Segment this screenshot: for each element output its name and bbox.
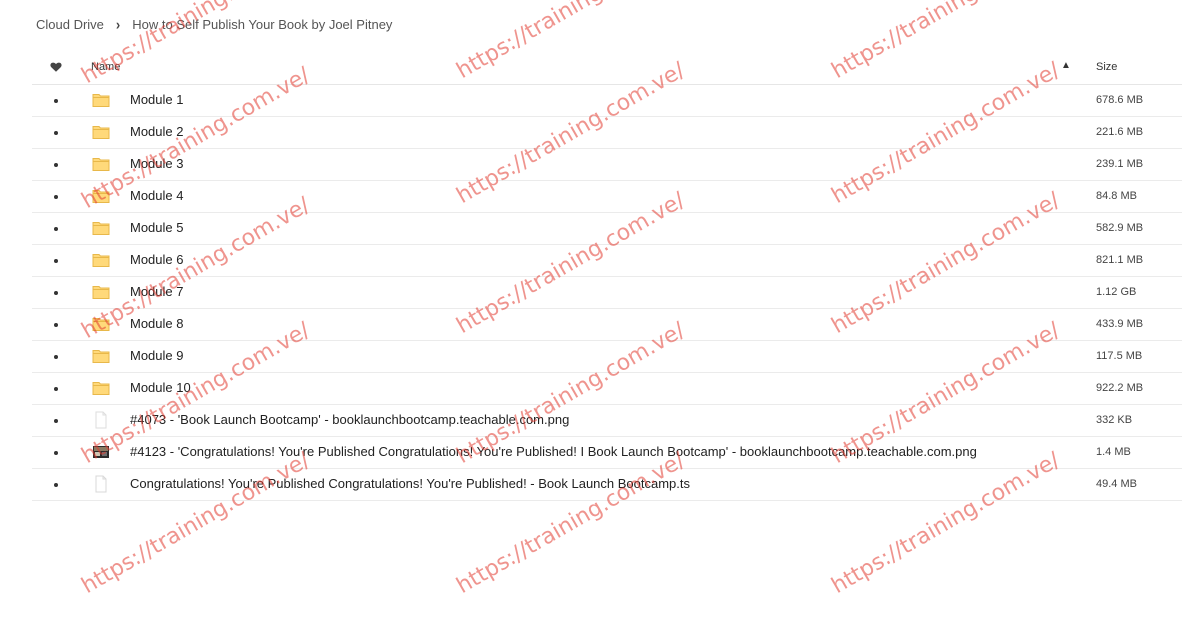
breadcrumb: Cloud Drive › How to Self Publish Your B…: [36, 14, 392, 34]
row-name[interactable]: Module 1: [130, 92, 183, 107]
column-header-size[interactable]: Size: [1096, 61, 1117, 73]
row-size: 678.6 MB: [1096, 94, 1144, 106]
table-row[interactable]: #4073 - 'Book Launch Bootcamp' - booklau…: [32, 405, 1182, 437]
table-row[interactable]: Module 5 582.9 MB: [32, 213, 1182, 245]
row-bullet-icon: [54, 195, 58, 199]
row-name[interactable]: #4073 - 'Book Launch Bootcamp' - booklau…: [130, 412, 569, 427]
row-bullet-icon: [54, 131, 58, 135]
folder-icon: [92, 254, 110, 267]
folder-icon: [92, 222, 110, 235]
row-name[interactable]: Module 8: [130, 316, 183, 331]
folder-icon: [92, 318, 110, 331]
row-size: 49.4 MB: [1096, 478, 1137, 490]
row-bullet-icon: [54, 259, 58, 263]
table-row[interactable]: Module 7 1.12 GB: [32, 277, 1182, 309]
row-name[interactable]: #4123 - 'Congratulations! You're Publish…: [130, 444, 977, 459]
heart-icon[interactable]: [50, 61, 62, 73]
row-name[interactable]: Congratulations! You're Published Congra…: [130, 476, 690, 491]
folder-icon: [92, 382, 110, 395]
row-size: 332 KB: [1096, 414, 1133, 426]
row-size: 433.9 MB: [1096, 318, 1144, 330]
row-bullet-icon: [54, 163, 58, 167]
row-name[interactable]: Module 5: [130, 220, 183, 235]
row-name[interactable]: Module 4: [130, 188, 183, 203]
row-size: 821.1 MB: [1096, 254, 1144, 266]
row-name[interactable]: Module 10: [130, 380, 191, 395]
folder-icon: [92, 94, 110, 107]
folder-icon: [92, 158, 110, 171]
folder-icon: [92, 126, 110, 139]
row-bullet-icon: [54, 387, 58, 391]
row-size: 239.1 MB: [1096, 158, 1144, 170]
folder-icon: [92, 286, 110, 299]
chevron-up-icon[interactable]: ▲: [1061, 60, 1071, 71]
row-bullet-icon: [54, 419, 58, 423]
row-bullet-icon: [54, 483, 58, 487]
video-file-icon: [95, 475, 107, 493]
table-row[interactable]: Congratulations! You're Published Congra…: [32, 469, 1182, 501]
breadcrumb-root[interactable]: Cloud Drive: [36, 17, 104, 32]
file-browser-page: Cloud Drive › How to Self Publish Your B…: [0, 0, 1182, 622]
row-bullet-icon: [54, 227, 58, 231]
row-size: 1.4 MB: [1096, 446, 1131, 458]
column-header-name[interactable]: Name: [91, 61, 120, 73]
row-bullet-icon: [54, 451, 58, 455]
row-size: 117.5 MB: [1096, 350, 1143, 362]
table-row[interactable]: Module 2 221.6 MB: [32, 117, 1182, 149]
image-file-icon: [95, 411, 107, 429]
row-size: 582.9 MB: [1096, 222, 1144, 234]
row-bullet-icon: [54, 99, 58, 103]
row-bullet-icon: [54, 323, 58, 327]
breadcrumb-separator-icon: ›: [115, 15, 121, 33]
image-thumbnail-icon: [93, 446, 109, 458]
table-row[interactable]: Module 6 821.1 MB: [32, 245, 1182, 277]
table-row[interactable]: Module 1 678.6 MB: [32, 85, 1182, 117]
folder-icon: [92, 350, 110, 363]
table-body: Module 1 678.6 MB Module 2 221.6 MB Module 3…: [32, 85, 1182, 501]
row-size: 922.2 MB: [1096, 382, 1144, 394]
row-size: 84.8 MB: [1096, 190, 1137, 202]
table-row[interactable]: Module 10 922.2 MB: [32, 373, 1182, 405]
table-row[interactable]: Module 9 117.5 MB: [32, 341, 1182, 373]
row-name[interactable]: Module 7: [130, 284, 183, 299]
row-name[interactable]: Module 9: [130, 348, 183, 363]
file-table: Name ▲ Size Module 1 678.6 MB Module 2 221.…: [32, 52, 1182, 501]
row-size: 1.12 GB: [1096, 286, 1137, 298]
table-row[interactable]: #4123 - 'Congratulations! You're Publish…: [32, 437, 1182, 469]
table-row[interactable]: Module 8 433.9 MB: [32, 309, 1182, 341]
row-size: 221.6 MB: [1096, 126, 1144, 138]
table-row[interactable]: Module 4 84.8 MB: [32, 181, 1182, 213]
table-header: Name ▲ Size: [32, 52, 1182, 85]
row-name[interactable]: Module 3: [130, 156, 183, 171]
table-row[interactable]: Module 3 239.1 MB: [32, 149, 1182, 181]
row-bullet-icon: [54, 291, 58, 295]
row-name[interactable]: Module 2: [130, 124, 183, 139]
row-bullet-icon: [54, 355, 58, 359]
row-name[interactable]: Module 6: [130, 252, 183, 267]
folder-icon: [92, 190, 110, 203]
breadcrumb-current[interactable]: How to Self Publish Your Book by Joel Pi…: [132, 17, 392, 32]
